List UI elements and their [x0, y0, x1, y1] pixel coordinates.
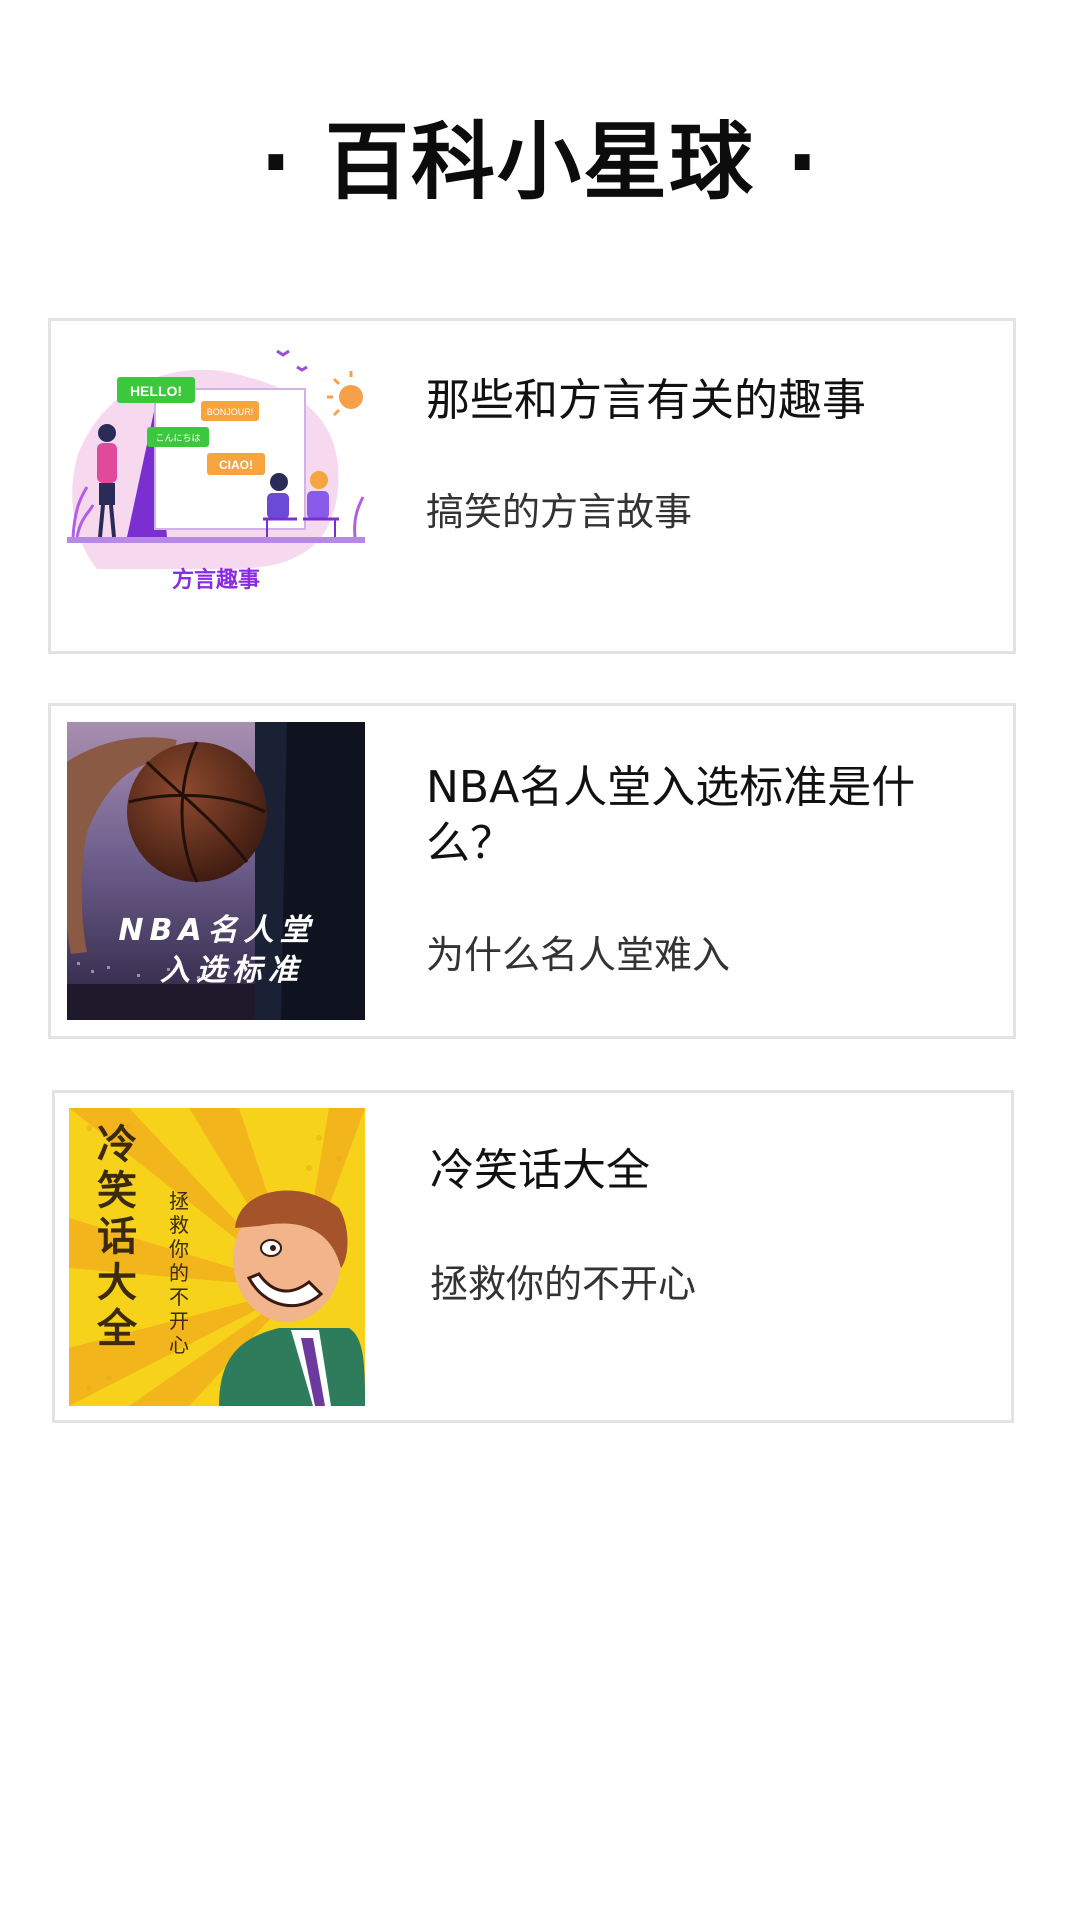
jokes-sub-char-1: 拯	[169, 1189, 189, 1213]
jokes-title-char-3: 话	[97, 1214, 137, 1260]
dialect-illustration: HELLO! BONJOUR! こんにちは CIAO! 方言趣事	[67, 337, 365, 635]
bubble-hello: HELLO!	[130, 383, 182, 399]
jokes-sub-char-7: 心	[169, 1333, 189, 1357]
jokes-sub-char-2: 救	[169, 1213, 189, 1237]
page-title: · 百科小星球 ·	[259, 113, 821, 211]
article-card-nba[interactable]: NBA名人堂 入选标准 NBA名人堂入选标准是什么？ 为什么名人堂难入	[48, 703, 1016, 1039]
card-subtitle: 拯救你的不开心	[430, 1262, 697, 1306]
card-title: NBA名人堂入选标准是什么？	[426, 762, 916, 869]
card-title: 冷笑话大全	[430, 1145, 650, 1196]
jokes-title-char-4: 大	[97, 1260, 137, 1306]
dialect-image-label: 方言趣事	[172, 567, 260, 593]
jokes-title-char-1: 冷	[97, 1122, 137, 1168]
jokes-title-char-2: 笑	[97, 1168, 137, 1214]
jokes-illustration: 冷 笑 话 大 全 拯 救 你 的 不 开 心	[69, 1108, 365, 1406]
article-card-jokes[interactable]: 冷 笑 话 大 全 拯 救 你 的 不 开 心 冷笑话大全 拯救你的不开心	[52, 1090, 1014, 1423]
jokes-sub-char-5: 不	[169, 1285, 189, 1309]
bubble-ciao: CIAO!	[219, 458, 253, 472]
jokes-sub-char-6: 开	[169, 1309, 189, 1333]
bubble-konnichiwa: こんにちは	[155, 433, 200, 444]
nba-image-line2: 入选标准	[160, 953, 304, 988]
card-title: 那些和方言有关的趣事	[426, 375, 866, 426]
jokes-sub-char-3: 你	[169, 1237, 189, 1261]
card-subtitle: 搞笑的方言故事	[426, 490, 693, 534]
dialect-thumbnail: HELLO! BONJOUR! こんにちは CIAO! 方言趣事	[67, 337, 365, 635]
nba-illustration: NBA名人堂 入选标准	[67, 722, 365, 1020]
jokes-thumbnail: 冷 笑 话 大 全 拯 救 你 的 不 开 心	[69, 1108, 365, 1406]
jokes-sub-char-4: 的	[169, 1261, 189, 1285]
article-card-dialect[interactable]: HELLO! BONJOUR! こんにちは CIAO! 方言趣事 那些和方言有关…	[48, 318, 1016, 654]
jokes-title-char-5: 全	[96, 1306, 138, 1352]
nba-image-line1: NBA名人堂	[118, 913, 315, 948]
nba-thumbnail: NBA名人堂 入选标准	[67, 722, 365, 1020]
bubble-bonjour: BONJOUR!	[207, 407, 254, 417]
card-subtitle: 为什么名人堂难入	[426, 933, 731, 977]
